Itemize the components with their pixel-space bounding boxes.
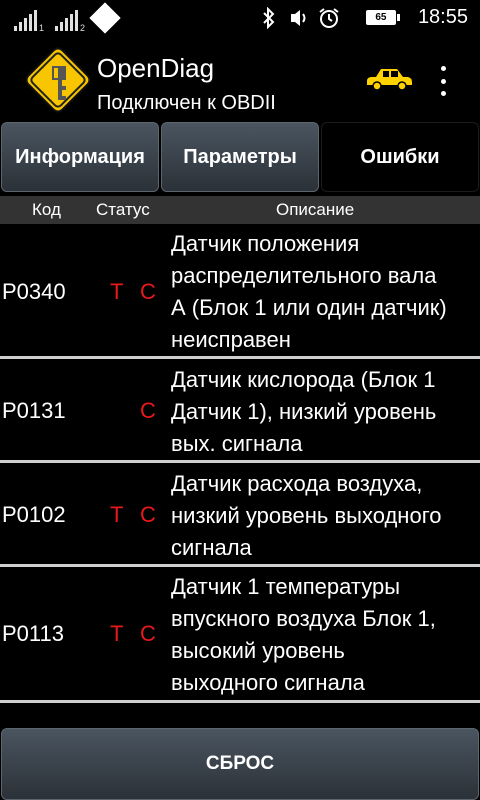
status-c: С: [140, 279, 156, 304]
clock: 18:55: [417, 6, 468, 28]
signal-icon: 1: [14, 9, 44, 33]
error-code: P0131: [2, 398, 66, 423]
error-code: P0340: [2, 279, 66, 304]
vibrate-icon: [288, 7, 310, 29]
status-t: Т: [110, 502, 124, 527]
table-header: Код Статус Описание: [0, 196, 480, 224]
battery-level: 65: [375, 12, 387, 23]
overflow-menu-icon[interactable]: [433, 66, 453, 96]
tab-bar: Информация Параметры Ошибки: [0, 122, 480, 192]
header-description: Описание: [276, 200, 355, 219]
reset-button[interactable]: СБРОС: [1, 728, 479, 800]
tab-parameters[interactable]: Параметры: [161, 122, 319, 192]
app-title: OpenDiag: [97, 53, 215, 83]
status-t: Т: [110, 621, 124, 646]
signal-icon: 2: [55, 9, 85, 33]
tab-information[interactable]: Информация: [1, 122, 159, 192]
status-bar-left: 1 2: [14, 2, 121, 34]
connection-status: Подключен к OBDII: [97, 92, 276, 114]
data-diamond-icon: [89, 2, 121, 34]
table-row[interactable]: P0102 Т С Датчик расхода воздуха, низкий…: [0, 463, 480, 564]
header-status: Статус: [96, 200, 150, 219]
status-c: С: [140, 502, 156, 527]
app-bar: OpenDiag Подключен к OBDII: [0, 38, 480, 122]
status-c: С: [140, 621, 156, 646]
table-row[interactable]: P0113 Т С Датчик 1 температуры впускного…: [0, 567, 480, 700]
bluetooth-icon: [258, 6, 280, 29]
error-description: Датчик 1 температуры впускного воздуха Б…: [171, 574, 436, 695]
status-bar: 1 2 65 18:55: [0, 0, 480, 38]
status-bar-right: 65 18:55: [258, 6, 468, 29]
error-description: Датчик положения распределительного вала…: [171, 231, 447, 352]
table-row[interactable]: P0131 С Датчик кислорода (Блок 1 Датчик …: [0, 359, 480, 460]
sim1-label: 1: [38, 23, 44, 33]
status-t: Т: [110, 279, 124, 304]
status-c: С: [140, 398, 156, 423]
error-description: Датчик расхода воздуха, низкий уровень в…: [171, 471, 442, 560]
battery-icon: 65: [365, 10, 400, 25]
table-row[interactable]: P0340 Т С Датчик положения распределител…: [0, 224, 480, 356]
error-description: Датчик кислорода (Блок 1 Датчик 1), низк…: [171, 367, 437, 456]
tab-errors[interactable]: Ошибки: [321, 122, 479, 192]
error-code: P0102: [2, 502, 66, 527]
header-code: Код: [32, 200, 61, 219]
row-divider: [0, 700, 480, 703]
car-icon[interactable]: [364, 63, 414, 93]
road-sign-key-icon[interactable]: [22, 44, 94, 116]
sim2-label: 2: [79, 23, 85, 33]
error-code: P0113: [2, 621, 64, 646]
alarm-icon: [318, 7, 340, 29]
